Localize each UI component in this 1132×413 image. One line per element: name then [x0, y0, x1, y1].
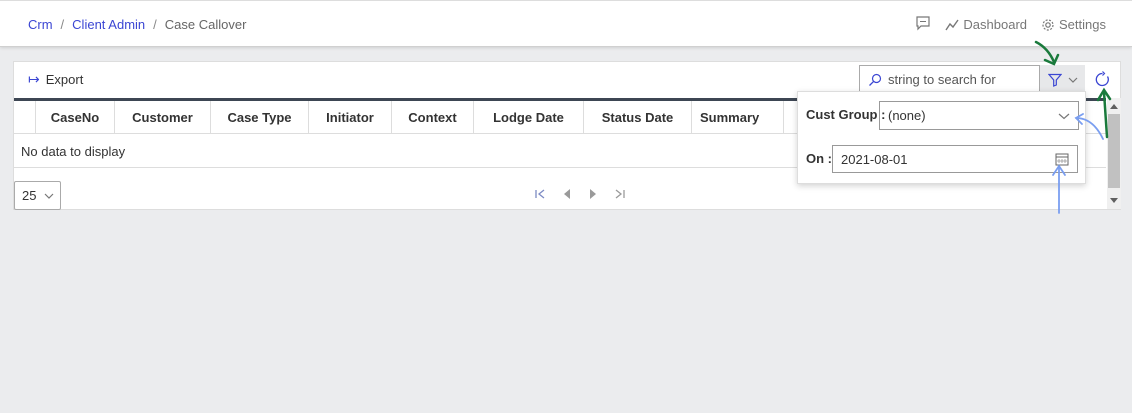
breadcrumb-current: Case Callover — [164, 17, 247, 32]
breadcrumb-crm[interactable]: Crm — [28, 17, 53, 32]
column-header-context[interactable]: Context — [392, 101, 474, 133]
last-page-icon[interactable] — [614, 188, 626, 200]
export-arrow-icon: ↦ — [28, 71, 40, 87]
scroll-up-icon[interactable] — [1110, 104, 1118, 109]
export-label: Export — [45, 72, 84, 87]
refresh-button[interactable] — [1091, 68, 1113, 90]
search-placeholder: string to search for — [888, 72, 996, 87]
export-button[interactable]: ↦ Export — [28, 71, 83, 88]
column-header-status-date[interactable]: Status Date — [584, 101, 692, 133]
page-size-value: 25 — [22, 188, 37, 203]
on-label: On : — [806, 151, 832, 166]
filter-dropdown-button[interactable] — [1040, 65, 1085, 94]
breadcrumb-separator: / — [153, 17, 157, 32]
column-header-summary[interactable]: Summary — [692, 101, 784, 133]
previous-page-icon[interactable] — [562, 188, 572, 200]
chat-icon[interactable] — [915, 15, 931, 34]
column-header-caseno[interactable]: CaseNo — [36, 101, 115, 133]
column-header-case-type[interactable]: Case Type — [211, 101, 309, 133]
chart-line-icon — [945, 19, 959, 30]
first-page-icon[interactable] — [534, 188, 546, 200]
cust-group-label: Cust Group : — [806, 107, 886, 122]
dashboard-link[interactable]: Dashboard — [945, 17, 1027, 32]
chevron-down-icon — [45, 193, 54, 199]
refresh-icon — [1095, 70, 1109, 86]
search-icon — [869, 73, 882, 86]
on-date-input[interactable]: 2021-08-01 — [832, 145, 1078, 173]
cust-group-select[interactable]: (none) — [879, 101, 1079, 130]
breadcrumb-separator: / — [60, 17, 65, 32]
next-page-icon[interactable] — [588, 188, 598, 200]
column-header-customer[interactable]: Customer — [115, 101, 211, 133]
scroll-down-icon[interactable] — [1110, 198, 1118, 203]
cust-group-row: Cust Group : — [806, 107, 885, 122]
breadcrumb: Crm / Client Admin / Case Callover — [28, 17, 246, 32]
top-bar: Crm / Client Admin / Case Callover Dashb… — [0, 0, 1132, 47]
column-header-lodge-date[interactable]: Lodge Date — [474, 101, 584, 133]
vertical-scrollbar[interactable] — [1107, 98, 1121, 209]
page-size-select[interactable]: 25 — [14, 181, 61, 210]
settings-label: Settings — [1059, 17, 1106, 32]
breadcrumb-client-admin[interactable]: Client Admin — [72, 17, 145, 32]
pager — [534, 188, 626, 200]
top-actions: Dashboard Settings — [915, 15, 1106, 34]
scrollbar-thumb[interactable] — [1108, 114, 1120, 188]
chevron-down-icon — [1068, 77, 1077, 83]
column-header-initiator[interactable]: Initiator — [309, 101, 392, 133]
filter-popup: Cust Group : (none) On : 2021-08-01 — [797, 91, 1086, 184]
filter-icon — [1047, 73, 1062, 87]
chevron-down-icon — [1058, 113, 1070, 119]
calendar-icon[interactable] — [1055, 152, 1069, 166]
on-date-value: 2021-08-01 — [841, 151, 908, 167]
gear-icon — [1042, 18, 1054, 31]
dashboard-label: Dashboard — [963, 17, 1028, 32]
on-date-row: On : — [806, 151, 832, 166]
settings-link[interactable]: Settings — [1041, 17, 1106, 32]
search-input[interactable]: string to search for — [859, 65, 1040, 94]
grid-header-spacer — [14, 101, 36, 133]
cust-group-value: (none) — [888, 108, 926, 123]
